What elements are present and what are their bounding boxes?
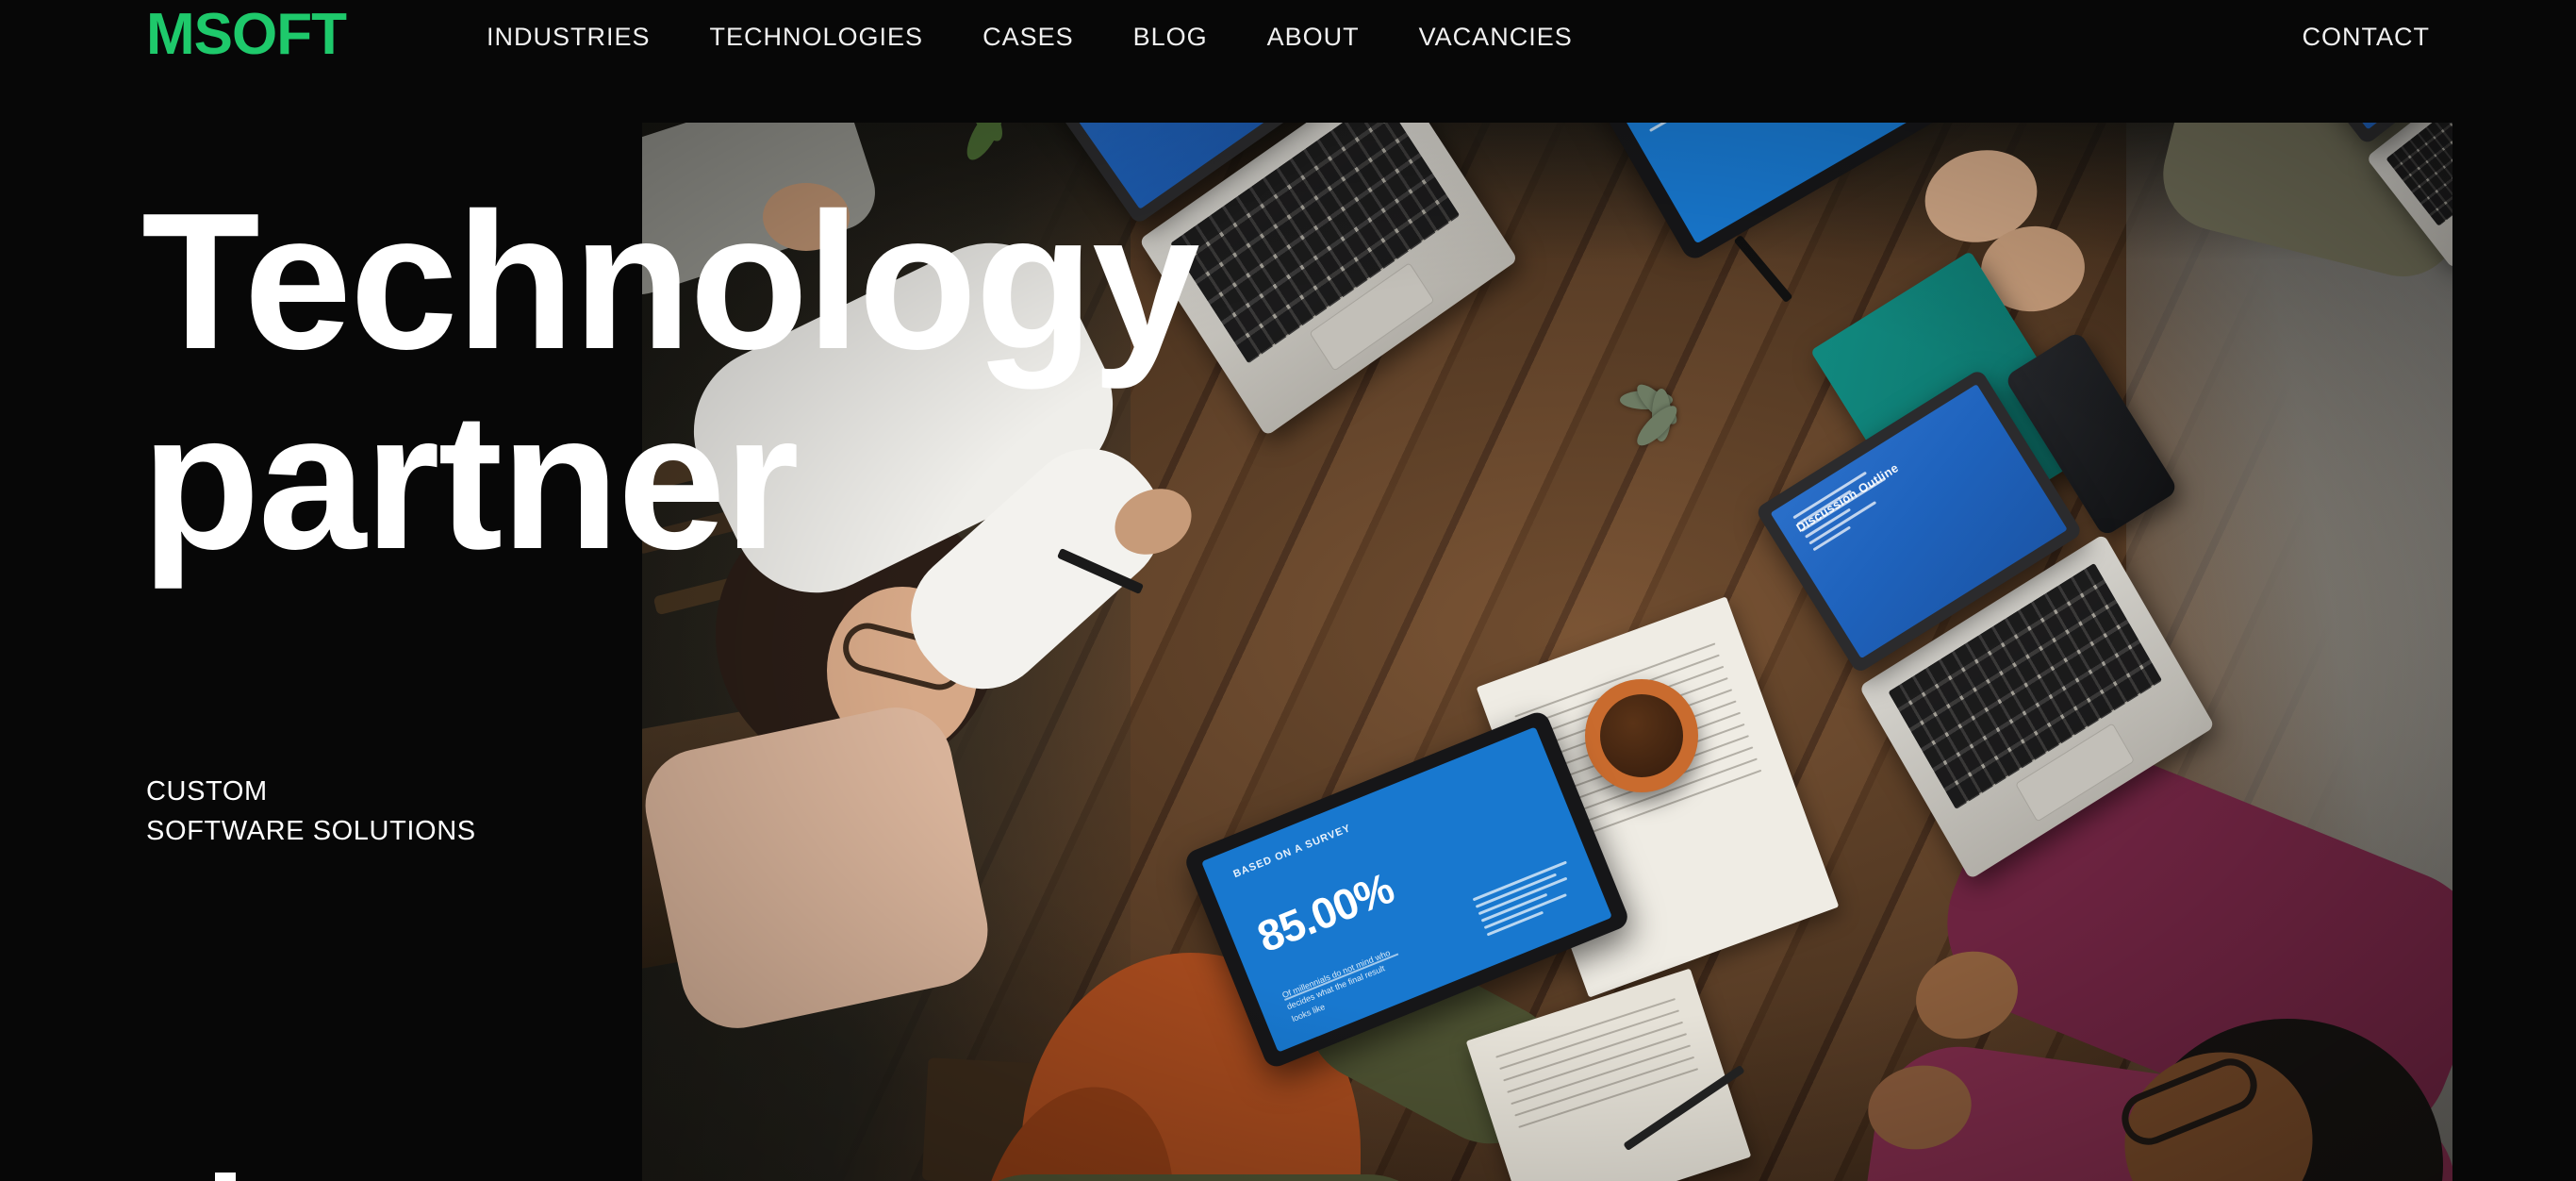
nav-item-industries[interactable]: INDUSTRIES — [487, 23, 651, 52]
site-header: MSOFT INDUSTRIES TECHNOLOGIES CASES BLOG… — [0, 0, 2576, 87]
main-navigation: INDUSTRIES TECHNOLOGIES CASES BLOG ABOUT… — [487, 23, 1573, 52]
tablet-metric: 85.00% — [1250, 862, 1400, 962]
tablet-text-block — [1472, 860, 1583, 940]
page-subtitle-line-1: CUSTOM — [146, 776, 268, 807]
site-logo[interactable]: MSOFT — [146, 6, 347, 64]
landing-page: MSOFT INDUSTRIES TECHNOLOGIES CASES BLOG… — [0, 0, 2576, 1181]
page-subtitle-line-2: SOFTWARE SOLUTIONS — [146, 816, 476, 847]
page-subtitle: CUSTOM SOFTWARE SOLUTIONS — [146, 772, 476, 851]
tablet-kicker: BASED ON A SURVEY — [1231, 822, 1353, 880]
tablet-text-block — [1640, 123, 1717, 132]
paper-lines — [1495, 998, 1722, 1181]
person-top-left-hand — [763, 183, 850, 251]
plant-top-left — [912, 123, 1025, 181]
coffee-mug — [1585, 679, 1698, 792]
nav-item-blog[interactable]: BLOG — [1133, 23, 1208, 52]
person-bottom-torso — [953, 1174, 1444, 1181]
below-fold-element-stub — [215, 1173, 236, 1181]
nav-item-vacancies[interactable]: VACANCIES — [1419, 23, 1573, 52]
tablet-caption: Of millennials do not mind who decides w… — [1280, 947, 1392, 1024]
nav-item-contact[interactable]: CONTACT — [2303, 23, 2431, 52]
succulent-plant — [1590, 363, 1703, 467]
hero-photo: Discussion Outline Discussion — [642, 123, 2452, 1181]
nav-item-cases[interactable]: CASES — [983, 23, 1074, 52]
nav-item-about[interactable]: ABOUT — [1267, 23, 1360, 52]
hero-image: Discussion Outline Discussion — [642, 123, 2452, 1181]
nav-item-technologies[interactable]: TECHNOLOGIES — [710, 23, 924, 52]
